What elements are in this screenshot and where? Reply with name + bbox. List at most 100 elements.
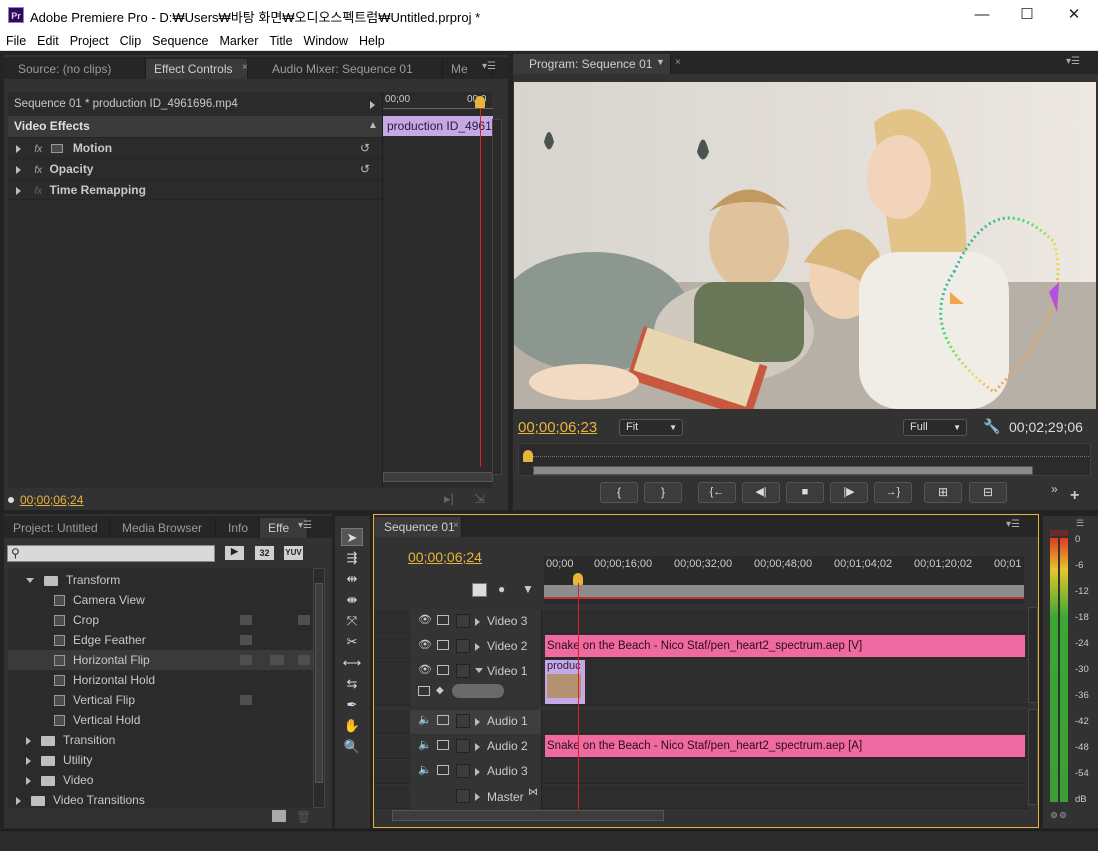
delete-icon[interactable]: 🗑 [296, 810, 311, 824]
new-bin-icon[interactable] [272, 810, 286, 822]
menu-edit[interactable]: Edit [31, 31, 64, 49]
reset-icon[interactable]: ↺ [360, 159, 370, 180]
zoom-tool-icon[interactable]: 🔍 [341, 738, 363, 756]
timeline-timecode[interactable]: 00;00;06;24 [408, 549, 482, 565]
wrench-settings-icon[interactable]: 🔧 [983, 418, 1000, 435]
maximize-button[interactable]: ☐ [1010, 4, 1044, 26]
close-tab-icon[interactable]: × [675, 57, 681, 68]
close-tab-icon[interactable]: × [242, 62, 248, 73]
collapse-icon[interactable] [26, 578, 34, 584]
tree-item[interactable]: Horizontal Hold [8, 670, 313, 690]
playhead-handle-icon[interactable] [523, 450, 533, 462]
reset-icon[interactable]: ↺ [360, 138, 370, 159]
clip-audio-2[interactable]: Snake on the Beach - Nico Staf/pen_heart… [545, 735, 1025, 757]
ec-timecode[interactable]: 00;00;06;24 [20, 493, 83, 507]
scroll-thumb[interactable] [315, 583, 323, 783]
yuv-effects-icon[interactable]: YUV [284, 546, 303, 560]
menu-sequence[interactable]: Sequence [146, 31, 213, 49]
master-fx-icon[interactable]: ⋈ [528, 787, 538, 798]
display-style-icon[interactable] [418, 686, 430, 696]
expand-icon[interactable] [475, 668, 483, 673]
ec-scrollbar[interactable] [383, 472, 493, 482]
speaker-icon[interactable]: 🔈 [418, 738, 432, 751]
tab-media-browser[interactable]: Media Browser [110, 518, 216, 538]
stop-button[interactable]: ■ [786, 482, 824, 503]
close-button[interactable]: ✕ [1057, 4, 1091, 26]
add-marker-icon[interactable]: ▼ [522, 582, 534, 596]
accelerated-effects-icon[interactable]: ▶ [225, 546, 244, 560]
step-forward-button[interactable]: |▶ [830, 482, 868, 503]
zoom-scrollbar[interactable] [533, 466, 1033, 475]
clip-video-1[interactable]: produc [545, 660, 585, 704]
fx-icon[interactable]: fx [34, 165, 42, 176]
lift-button[interactable]: ⊞ [924, 482, 962, 503]
timeline-horizontal-scrollbar[interactable] [392, 810, 664, 821]
play-only-audio-icon[interactable]: ▸| [444, 491, 454, 507]
effects-scrollbar[interactable] [313, 568, 325, 808]
expand-icon[interactable] [16, 165, 21, 174]
effect-row-opacity[interactable]: fx Opacity ↺ [8, 158, 382, 179]
video-frame[interactable] [514, 82, 1096, 409]
expand-icon[interactable] [16, 796, 21, 805]
track-lock-toggle[interactable] [456, 764, 470, 778]
razor-tool-icon[interactable]: ✂ [341, 633, 363, 651]
snap-icon[interactable] [472, 583, 487, 597]
more-controls-icon[interactable]: » [1051, 482, 1058, 496]
expand-icon[interactable] [16, 144, 21, 153]
eye-icon[interactable]: 👁 [418, 638, 432, 651]
sync-lock-icon[interactable] [437, 615, 449, 625]
slide-tool-icon[interactable]: ⇆ [341, 675, 363, 693]
speaker-icon[interactable]: 🔈 [418, 763, 432, 776]
track-lock-toggle[interactable] [456, 664, 470, 678]
playhead-handle-icon[interactable] [475, 96, 485, 108]
32bit-effects-icon[interactable]: 32 [255, 546, 274, 560]
effect-row-motion[interactable]: fx Motion ↺ [8, 137, 382, 158]
tree-item[interactable]: Transform [8, 570, 313, 590]
tree-item[interactable]: Video [8, 770, 313, 790]
eye-icon[interactable]: 👁 [418, 613, 432, 626]
work-area-bar[interactable] [544, 585, 1024, 597]
menu-help[interactable]: Help [353, 31, 390, 49]
pen-tool-icon[interactable]: ✒ [341, 696, 363, 714]
sync-lock-icon[interactable] [437, 715, 449, 725]
minimize-button[interactable]: — [965, 4, 999, 26]
ripple-edit-tool-icon[interactable]: ⇹ [341, 570, 363, 588]
tree-item[interactable]: Vertical Flip [8, 690, 313, 710]
slip-tool-icon[interactable]: ⟷ [341, 654, 363, 672]
eye-icon[interactable]: 👁 [418, 663, 432, 676]
tree-item[interactable]: Edge Feather [8, 630, 313, 650]
track-lock-toggle[interactable] [456, 614, 470, 628]
solo-right-button[interactable] [1060, 812, 1066, 818]
panel-menu-icon[interactable]: ▾☰ [482, 61, 496, 72]
expand-icon[interactable] [475, 793, 480, 801]
tab-source[interactable]: Source: (no clips) [4, 59, 146, 79]
quality-dropdown[interactable]: Full ▼ [903, 419, 967, 436]
track-lock-toggle[interactable] [456, 639, 470, 653]
motion-transform-icon[interactable] [51, 144, 64, 154]
expand-icon[interactable] [475, 618, 480, 626]
rate-stretch-tool-icon[interactable]: ⤧ [341, 612, 363, 630]
toggle-audio-looping-icon[interactable]: ⇲ [474, 491, 485, 507]
expand-icon[interactable] [475, 768, 480, 776]
tab-info[interactable]: Info [216, 518, 260, 538]
step-back-button[interactable]: ◀| [742, 482, 780, 503]
selection-tool-icon[interactable]: ➤ [341, 528, 363, 546]
collapse-up-icon[interactable]: ▲ [368, 120, 378, 131]
effect-row-time-remapping[interactable]: fx Time Remapping [8, 179, 382, 200]
tree-item[interactable]: Vertical Hold [8, 710, 313, 730]
track-select-tool-icon[interactable]: ⇶ [341, 549, 363, 567]
tree-item[interactable]: Camera View [8, 590, 313, 610]
expand-icon[interactable] [475, 718, 480, 726]
hand-tool-icon[interactable]: ✋ [341, 717, 363, 735]
expand-icon[interactable] [16, 186, 21, 195]
menu-window[interactable]: Window [298, 31, 353, 49]
menu-marker[interactable]: Marker [213, 31, 263, 49]
menu-project[interactable]: Project [64, 31, 114, 49]
rolling-edit-tool-icon[interactable]: ⇼ [341, 591, 363, 609]
button-editor-plus-icon[interactable]: + [1070, 487, 1079, 505]
go-to-out-button[interactable]: →} [874, 482, 912, 503]
track-lock-toggle[interactable] [456, 789, 470, 803]
fx-icon[interactable]: fx [34, 144, 42, 155]
menu-file[interactable]: File [0, 31, 31, 49]
program-current-timecode[interactable]: 00;00;06;23 [518, 419, 597, 436]
